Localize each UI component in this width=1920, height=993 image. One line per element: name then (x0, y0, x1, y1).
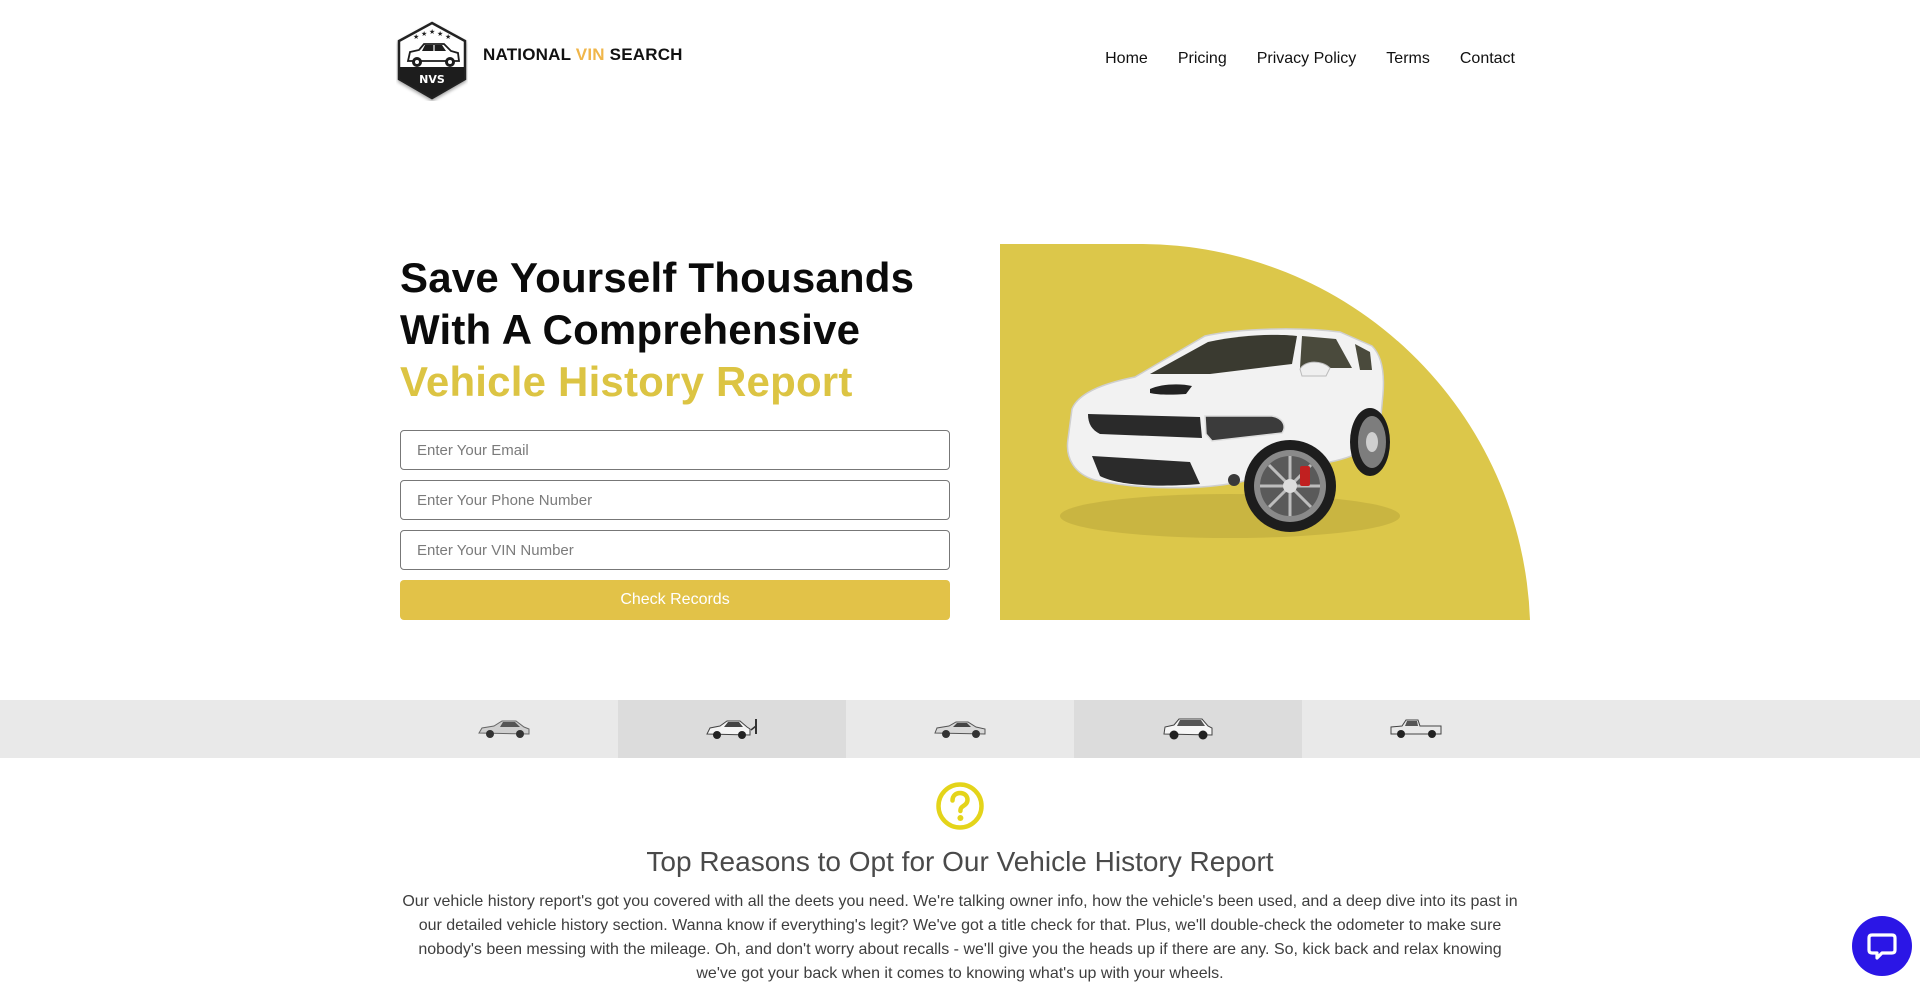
phone-input[interactable] (417, 491, 949, 509)
brand-name-accent: VIN (575, 45, 605, 64)
nvs-badge-icon: ★ ★ ★ ★ ★ NVS (397, 21, 467, 100)
nav-pricing[interactable]: Pricing (1178, 50, 1227, 68)
hero-title-line2: With A Comprehensive (400, 306, 861, 353)
nav-privacy-policy[interactable]: Privacy Policy (1257, 50, 1357, 68)
nav-home[interactable]: Home (1105, 50, 1148, 68)
email-input[interactable] (417, 441, 949, 459)
vehicle-type-strip (0, 700, 1920, 758)
vehicle-tab-pickup[interactable] (1302, 700, 1530, 758)
hero-car-illustration (1000, 244, 1530, 620)
nav-terms[interactable]: Terms (1386, 50, 1430, 68)
hero-title-line1: Save Yourself Thousands (400, 254, 915, 301)
vin-input[interactable] (417, 541, 949, 559)
hero-car-image (1000, 244, 1530, 620)
svg-text:★: ★ (437, 30, 443, 38)
brand-name-part1: NATIONAL (483, 45, 576, 64)
phone-field-wrapper (400, 480, 950, 520)
svg-text:★: ★ (429, 28, 435, 36)
hero-title-accent: Vehicle History Report (400, 358, 853, 405)
vin-search-form: Check Records (400, 430, 950, 620)
sports-coupe-icon (934, 721, 986, 738)
pickup-truck-icon (1390, 719, 1442, 738)
sedan-icon (478, 720, 530, 738)
svg-text:★: ★ (413, 33, 419, 41)
brand-name-part2: SEARCH (604, 45, 683, 64)
vehicle-tab-suv[interactable] (1074, 700, 1302, 758)
badge-text: NVS (419, 73, 445, 86)
brand-name: NATIONAL VIN SEARCH (483, 45, 683, 65)
vehicle-tab-coupe[interactable] (846, 700, 1074, 758)
reasons-body: Our vehicle history report's got you cov… (402, 893, 1518, 982)
email-field-wrapper (400, 430, 950, 470)
svg-text:★: ★ (421, 30, 427, 38)
svg-text:★: ★ (445, 33, 451, 41)
main-nav: Home Pricing Privacy Policy Terms Contac… (1075, 50, 1515, 68)
suv-icon (1163, 718, 1213, 740)
nav-contact[interactable]: Contact (1460, 50, 1515, 68)
chat-widget-button[interactable] (1852, 916, 1912, 976)
vehicle-tab-electric[interactable] (618, 700, 846, 758)
vehicle-tab-sedan[interactable] (0, 700, 618, 758)
hero-title: Save Yourself Thousands With A Comprehen… (400, 252, 914, 408)
chat-bubble-icon (1867, 933, 1897, 960)
electric-car-icon (706, 719, 757, 739)
brand-logo[interactable]: ★ ★ ★ ★ ★ NVS NATIONAL VIN SEARCH (396, 21, 683, 101)
reasons-title: Top Reasons to Opt for Our Vehicle Histo… (646, 846, 1274, 877)
site-header: ★ ★ ★ ★ ★ NVS NATIONAL VIN SEARCH Home P… (0, 0, 1920, 110)
question-circle-icon (936, 782, 984, 830)
check-records-button[interactable]: Check Records (400, 580, 950, 620)
vin-field-wrapper (400, 530, 950, 570)
